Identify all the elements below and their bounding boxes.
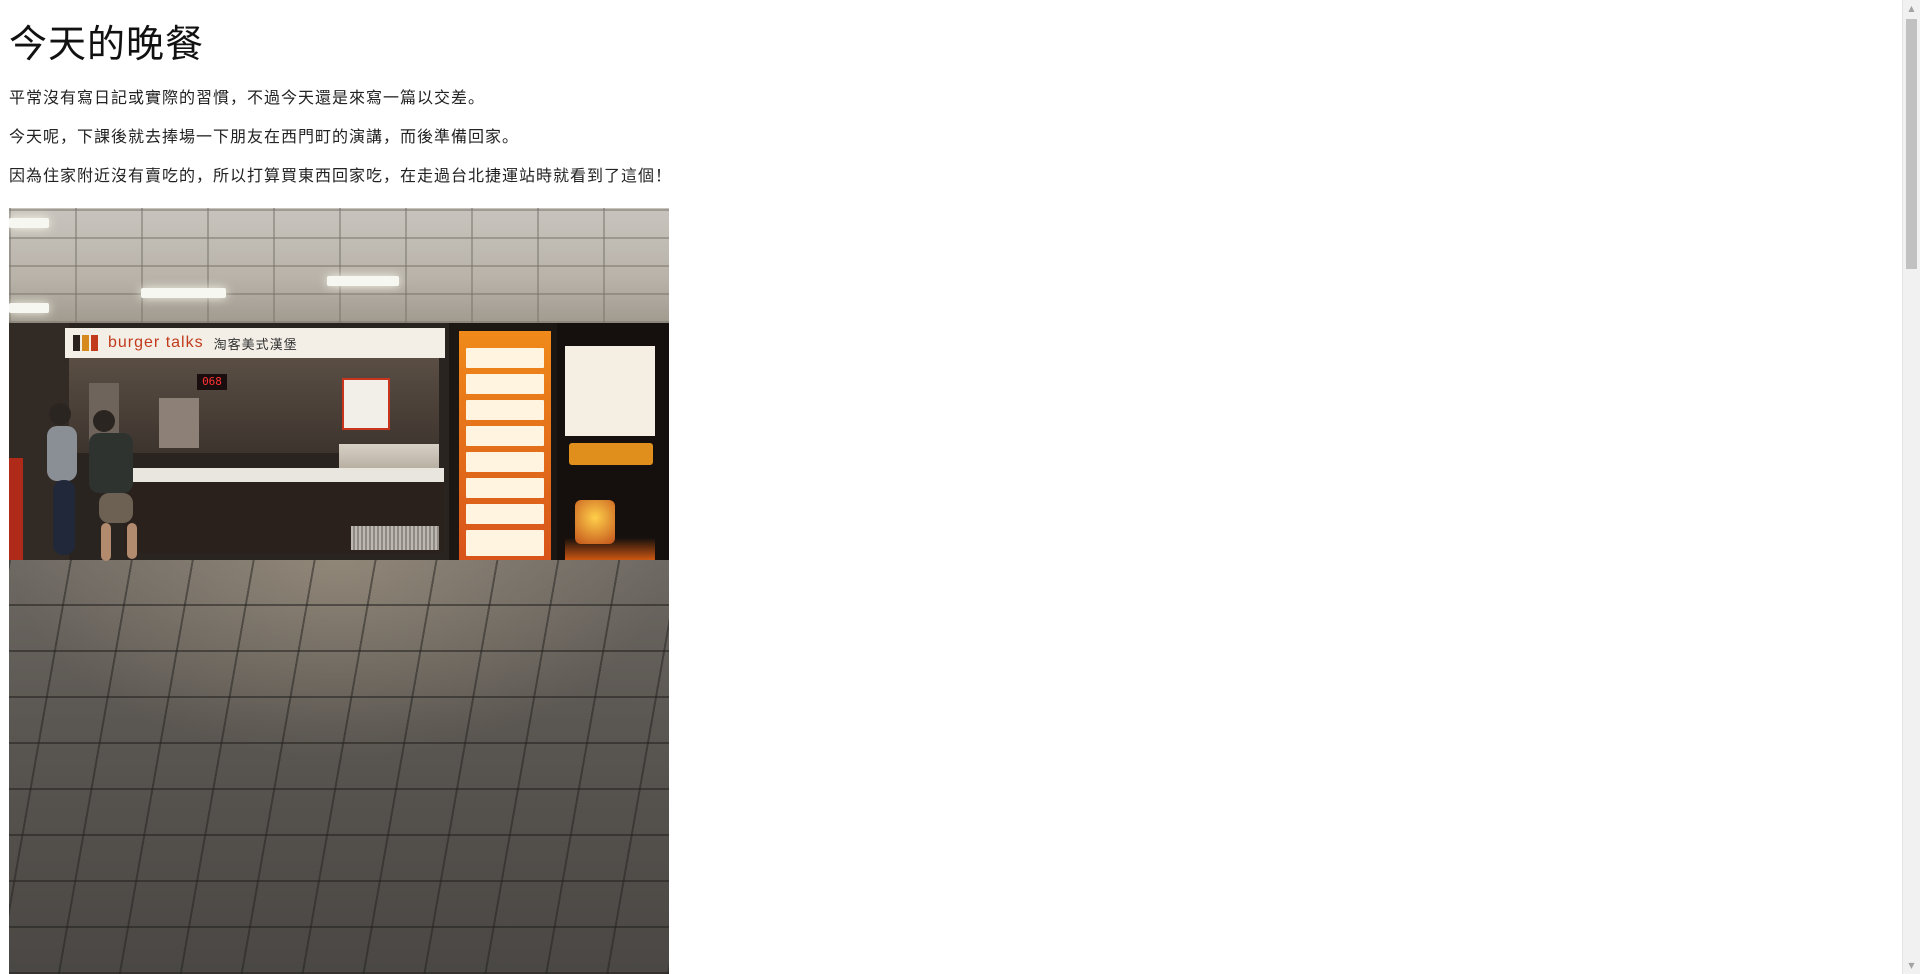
scrollbar-thumb[interactable] xyxy=(1906,19,1917,269)
person-shorts xyxy=(99,493,133,523)
paragraph-2: 今天呢，下課後就去捧場一下朋友在西門町的演講，而後準備回家。 xyxy=(9,127,520,146)
menu-item xyxy=(466,348,544,368)
person-head xyxy=(93,410,115,432)
photo-ceiling-grid xyxy=(9,208,669,323)
vertical-scrollbar[interactable]: ▲ ▼ xyxy=(1902,0,1920,974)
menu-item xyxy=(466,452,544,472)
scroll-up-arrow-icon[interactable]: ▲ xyxy=(1903,0,1920,17)
queue-number-display: 068 xyxy=(197,374,227,390)
floor-tiles xyxy=(9,560,669,974)
ceiling-light xyxy=(9,218,49,228)
kitchen-machine xyxy=(159,398,199,448)
dinner-photo: burger talks 淘客美式漢堡 068 xyxy=(9,208,669,974)
store-sign: burger talks 淘客美式漢堡 xyxy=(65,328,445,358)
counter-vent xyxy=(351,526,439,550)
menu-item xyxy=(466,426,544,446)
ad-title xyxy=(569,443,653,465)
store-red-light xyxy=(9,458,23,568)
menu-item xyxy=(466,374,544,394)
menu-item xyxy=(466,504,544,524)
store-sign-chinese: 淘客美式漢堡 xyxy=(213,337,298,353)
page-content: 今天的晚餐 平常沒有寫日記或實際的習慣，不過今天還是來寫一篇以交差。 今天呢，下… xyxy=(0,0,1902,974)
counter-top xyxy=(124,468,444,482)
person-leg xyxy=(101,523,111,561)
paragraph-1: 平常沒有寫日記或實際的習慣，不過今天還是來寫一篇以交差。 xyxy=(9,88,486,107)
ceiling-light xyxy=(327,276,399,286)
person-legs xyxy=(53,480,75,555)
ad-sauce-jar xyxy=(575,500,615,544)
person-head xyxy=(49,403,71,425)
brand-logo-bars xyxy=(73,335,98,351)
ceiling-light xyxy=(9,303,49,313)
person-body xyxy=(47,426,77,481)
menu-item xyxy=(466,478,544,498)
menu-item xyxy=(466,530,544,556)
ceiling-light xyxy=(141,288,226,298)
page-title: 今天的晚餐 xyxy=(9,22,205,66)
person-leg xyxy=(127,523,137,559)
ad-paper xyxy=(565,346,655,436)
menu-poster xyxy=(342,378,390,430)
scroll-down-arrow-icon[interactable]: ▼ xyxy=(1903,957,1920,974)
menu-item xyxy=(466,400,544,420)
person-body xyxy=(89,433,133,493)
store-sign-english: burger talks xyxy=(108,334,204,351)
paragraph-3: 因為住家附近沒有賣吃的，所以打算買東西回家吃，在走過台北捷運站時就看到了這個！ xyxy=(9,166,673,185)
